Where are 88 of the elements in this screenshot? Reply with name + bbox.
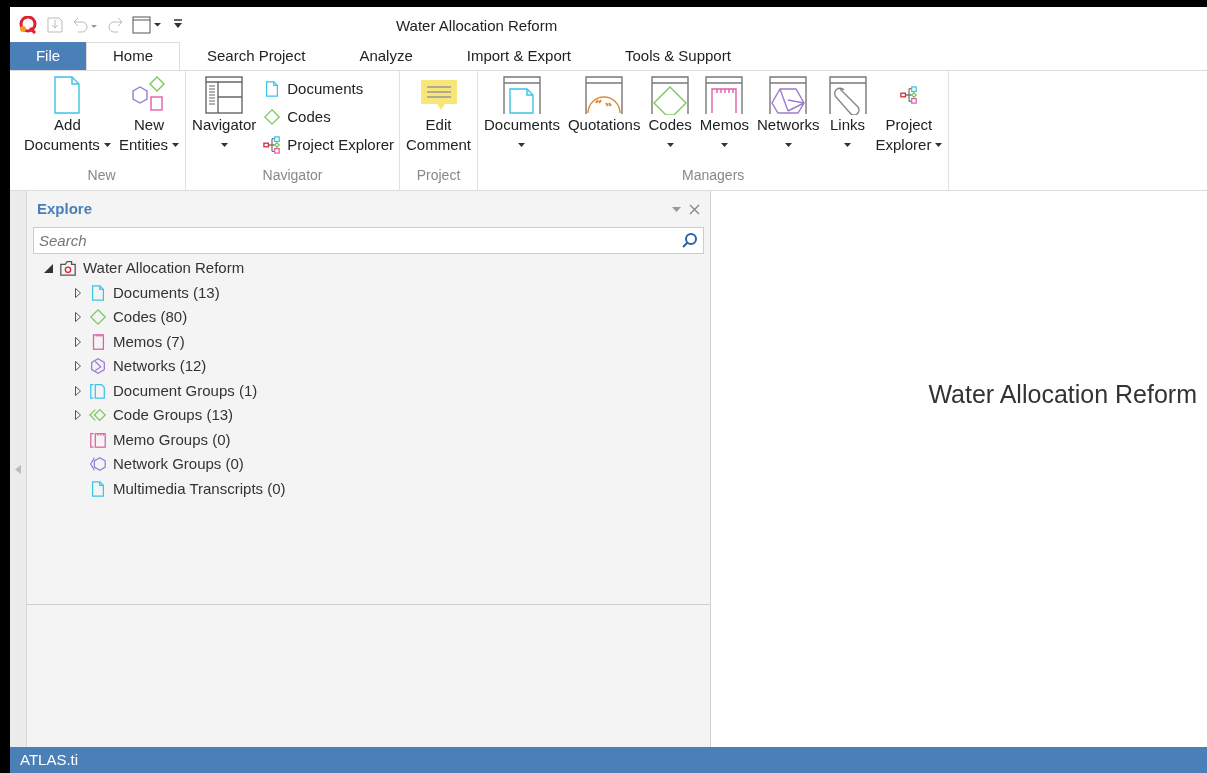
memo-manager-icon <box>704 75 745 115</box>
caret-icon <box>784 143 792 147</box>
search-icon[interactable] <box>681 232 698 249</box>
collapsed-icon[interactable] <box>75 361 81 372</box>
link-manager-icon <box>827 75 868 115</box>
ribbon-button[interactable]: Networks <box>754 71 823 163</box>
hierarchy-icon <box>899 86 918 104</box>
tree-label: Networks (12) <box>113 356 207 376</box>
ribbon-button[interactable]: Documents <box>481 71 563 163</box>
navigator-icon <box>204 75 245 115</box>
diamond-icon <box>263 108 282 126</box>
collapsed-icon[interactable] <box>75 410 81 421</box>
hexagon-group-icon <box>89 455 107 474</box>
caret-icon <box>220 143 228 147</box>
ribbon-button[interactable]: Codes <box>645 71 695 163</box>
ribbon-button[interactable]: Add Documents <box>21 71 114 163</box>
tree-item[interactable]: Water Allocation Reform <box>27 256 710 281</box>
ribbon-button[interactable]: Quotations <box>564 71 644 163</box>
tree-item[interactable]: Memos (7) <box>27 329 710 354</box>
network-manager-icon <box>768 75 809 115</box>
ribbon-button[interactable]: Navigator <box>189 71 260 163</box>
group-label: Project <box>416 166 461 185</box>
hierarchy-icon <box>263 136 282 154</box>
search-field[interactable]: Search <box>33 227 704 254</box>
file-tab[interactable]: File <box>10 42 86 70</box>
memo-group-icon <box>89 430 107 449</box>
group-label: Navigator <box>262 166 323 185</box>
collapsed-icon[interactable] <box>75 287 81 298</box>
ribbon-button[interactable]: Project Explorer <box>872 71 946 163</box>
caret-icon <box>935 143 943 147</box>
tree-label: Multimedia Transcripts (0) <box>113 478 286 499</box>
app-logo-icon[interactable] <box>18 15 38 34</box>
status-text: ATLAS.ti <box>20 749 79 770</box>
ribbon-button[interactable]: New Entities <box>115 71 183 163</box>
panel-title: Explore <box>37 198 93 219</box>
tree-item[interactable]: Documents (13) <box>27 280 710 305</box>
tree-item[interactable]: Networks (12) <box>27 354 710 379</box>
document-icon <box>89 283 107 302</box>
caret-icon <box>666 143 674 147</box>
caret-icon <box>720 143 728 147</box>
quotation-manager-icon <box>584 75 625 115</box>
window-title: Water Allocation Reform <box>396 16 558 36</box>
ribbon-button[interactable]: Edit Comment <box>403 71 475 163</box>
ribbon-button[interactable]: Links <box>824 71 871 163</box>
caret-icon <box>103 143 111 147</box>
ribbon-tab[interactable]: Home <box>86 42 180 70</box>
tree-label: Network Groups (0) <box>113 454 244 474</box>
tree-label: Documents (13) <box>113 282 220 303</box>
caret-icon <box>844 143 851 147</box>
tree-label: Code Groups (13) <box>113 405 234 425</box>
group-label: New <box>87 166 116 185</box>
code-manager-icon <box>650 75 691 115</box>
caret-icon <box>172 143 180 147</box>
caret-icon <box>518 143 526 147</box>
dropdown-icon[interactable] <box>672 206 681 212</box>
expanded-icon[interactable] <box>43 263 53 273</box>
tree-item[interactable]: Network Groups (0) <box>27 452 710 477</box>
project-icon <box>59 259 77 278</box>
diamond-icon <box>89 308 107 327</box>
ribbon-tab[interactable]: Tools & Support <box>597 42 758 70</box>
project-heading: Water Allocation Reform <box>928 379 1197 411</box>
layout-icon[interactable] <box>132 15 164 34</box>
ribbon-button[interactable]: Memos <box>696 71 752 163</box>
tree-label: Memos (7) <box>113 331 185 352</box>
hexagon-icon <box>89 357 107 376</box>
collapsed-icon[interactable] <box>75 312 81 323</box>
ribbon-tab[interactable]: Search Project <box>180 42 333 70</box>
tree-item[interactable]: Document Groups (1) <box>27 378 710 403</box>
ribbon-button[interactable]: Documents <box>261 75 396 103</box>
tree-label: Water Allocation Reform <box>83 258 245 278</box>
close-icon[interactable] <box>689 203 700 215</box>
tree-item[interactable]: Memo Groups (0) <box>27 427 710 452</box>
tree-item[interactable]: Codes (80) <box>27 305 710 330</box>
ribbon-button[interactable]: Project Explorer <box>261 131 396 159</box>
document-icon <box>89 479 107 498</box>
document-manager-icon <box>501 75 542 115</box>
group-label: Managers <box>682 166 745 185</box>
ribbon-tab[interactable]: Import & Export <box>439 42 598 70</box>
collapsed-icon[interactable] <box>75 336 81 347</box>
document-group-icon <box>89 381 107 400</box>
tree-label: Document Groups (1) <box>113 380 258 401</box>
ribbon-button[interactable]: Codes <box>261 103 396 131</box>
tree-label: Codes (80) <box>113 307 188 327</box>
tree-item[interactable]: Multimedia Transcripts (0) <box>27 476 710 501</box>
tree-item[interactable]: Code Groups (13) <box>27 403 710 428</box>
collapsed-icon[interactable] <box>75 385 81 396</box>
tree-label: Memo Groups (0) <box>113 429 231 450</box>
ribbon-tab[interactable]: Analyze <box>332 42 440 70</box>
